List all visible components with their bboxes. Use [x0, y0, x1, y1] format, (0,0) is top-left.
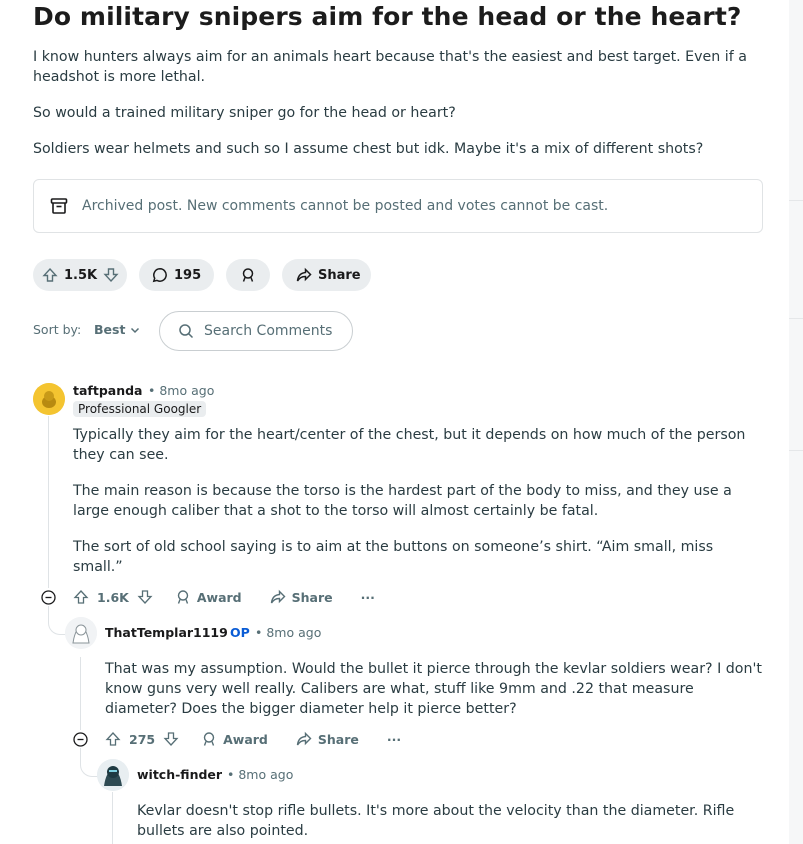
post-vote-count: 1.5K [64, 267, 98, 283]
upvote-icon[interactable] [42, 267, 58, 283]
sort-by-label: Sort by: [33, 322, 82, 337]
award-icon [203, 732, 215, 746]
comments-count: 195 [174, 267, 202, 283]
search-placeholder: Search Comments [204, 323, 333, 339]
share-icon [296, 267, 312, 283]
collapse-thread-icon[interactable] [73, 732, 88, 747]
thread-line[interactable] [112, 792, 113, 844]
collapse-thread-icon[interactable] [41, 590, 56, 605]
comments-button[interactable]: 195 [139, 259, 214, 291]
award-button[interactable] [226, 259, 270, 291]
comment-icon [152, 267, 168, 283]
upvote-icon[interactable] [73, 589, 89, 605]
comment-timestamp: • 8mo ago [148, 383, 214, 398]
comment-author[interactable]: taftpanda [73, 383, 143, 398]
search-icon [178, 323, 194, 339]
post-title: Do military snipers aim for the head or … [33, 2, 742, 31]
post-body-paragraph-3: Soldiers wear helmets and such so I assu… [33, 141, 704, 157]
award-label: Award [223, 731, 268, 747]
award-icon [240, 267, 256, 283]
comment-author[interactable]: ThatTemplar1119 [105, 625, 228, 640]
post-body-paragraph-2: So would a trained military sniper go fo… [33, 105, 456, 121]
user-flair: Professional Googler [73, 401, 207, 417]
comment-vote-count: 275 [129, 731, 156, 747]
post-vote-group: 1.5K [33, 259, 127, 291]
comment-award-button[interactable]: Award [175, 589, 242, 605]
comment-body-paragraph: Typically they aim for the heart/center … [73, 427, 746, 463]
comment-actions: 1.6K Award Share ··· [73, 587, 375, 607]
comment-body-paragraph: The sort of old school saying is to aim … [73, 539, 714, 575]
separator: • [227, 767, 235, 782]
comment-body-paragraph: That was my assumption. Would the bullet… [105, 661, 762, 717]
share-label: Share [317, 731, 359, 747]
archived-notice: Archived post. New comments cannot be po… [33, 179, 763, 233]
archive-icon [50, 196, 70, 216]
comment-timestamp: • 8mo ago [255, 625, 321, 640]
avatar[interactable] [33, 383, 65, 415]
post-body-paragraph-1: I know hunters always aim for an animals… [33, 49, 747, 85]
search-comments-input[interactable]: Search Comments [159, 311, 353, 351]
more-options-button[interactable]: ··· [361, 590, 375, 605]
sort-value: Best [94, 322, 126, 337]
share-icon [296, 731, 312, 746]
post-share-label: Share [318, 267, 361, 283]
comment-time: 8mo ago [159, 383, 215, 398]
share-label: Share [291, 589, 333, 605]
avatar[interactable] [97, 759, 129, 791]
downvote-icon[interactable] [137, 589, 153, 605]
comment-actions: 275 Award Share ··· [105, 729, 401, 749]
downvote-icon[interactable] [163, 731, 179, 747]
downvote-icon[interactable] [103, 267, 119, 283]
avatar[interactable] [65, 617, 97, 649]
thread-line[interactable] [80, 657, 81, 730]
comment-share-button[interactable]: Share [296, 731, 359, 747]
award-icon [177, 590, 189, 604]
comment-award-button[interactable]: Award [201, 731, 268, 747]
upvote-icon[interactable] [105, 731, 121, 747]
comment-share-button[interactable]: Share [270, 589, 333, 605]
thread-line[interactable] [48, 416, 49, 588]
comment-author[interactable]: witch-finder [137, 767, 222, 782]
separator: • [148, 383, 156, 398]
post-share-button[interactable]: Share [282, 259, 371, 291]
right-sidebar-edge [789, 0, 803, 844]
more-options-button[interactable]: ··· [387, 732, 401, 747]
comment-body-paragraph: The main reason is because the torso is … [73, 483, 732, 519]
comment-timestamp: • 8mo ago [227, 767, 293, 782]
award-label: Award [196, 589, 242, 605]
sort-dropdown[interactable]: Best [94, 322, 141, 337]
chevron-down-icon [129, 324, 141, 336]
comment-time: 8mo ago [238, 767, 294, 782]
share-icon [270, 589, 286, 604]
separator: • [255, 625, 263, 640]
op-badge: OP [230, 625, 250, 640]
comment-vote-count: 1.6K [97, 589, 129, 605]
comment-body-paragraph: Kevlar doesn't stop rifle bullets. It's … [137, 803, 735, 839]
archived-notice-text: Archived post. New comments cannot be po… [82, 198, 609, 214]
comment-time: 8mo ago [266, 625, 322, 640]
